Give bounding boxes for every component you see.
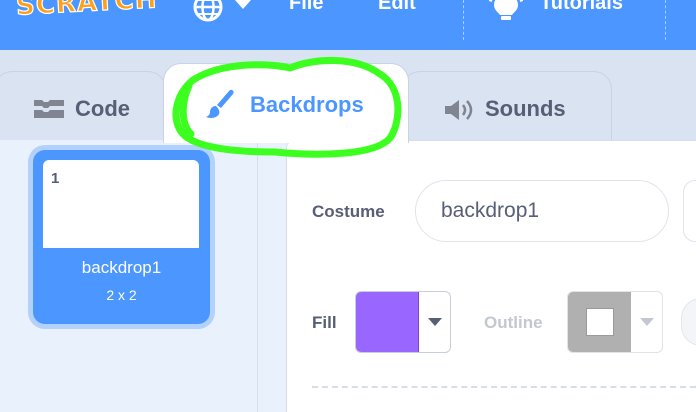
menu-edit[interactable]: Edit (378, 0, 416, 15)
outline-none-indicator (586, 308, 614, 336)
fill-swatch (356, 292, 419, 352)
panel-gap (258, 140, 286, 412)
code-blocks-icon (34, 100, 64, 118)
menu-divider (463, 0, 464, 40)
menu-file[interactable]: File (289, 0, 323, 15)
outline-label: Outline (484, 313, 543, 332)
outline-swatch (568, 292, 631, 352)
fill-color-picker[interactable] (355, 291, 451, 353)
tab-code-label: Code (75, 96, 130, 121)
backdrop-index: 1 (51, 170, 60, 187)
backdrop-tile[interactable]: 1 backdrop1 2 x 2 (33, 150, 210, 324)
tab-sounds-label: Sounds (485, 96, 566, 121)
backdrop-size: 2 x 2 (106, 287, 137, 303)
tab-backdrops-label: Backdrops (250, 92, 364, 117)
paintbrush-icon (206, 89, 234, 118)
divider (312, 386, 696, 388)
fill-label: Fill (312, 313, 337, 332)
menu-bar: SCRATCH File Edit Tutorials (0, 0, 696, 50)
scratch-logo[interactable]: SCRATCH (15, 0, 159, 22)
backdrop-thumbnail (43, 160, 199, 248)
speaker-icon (445, 100, 473, 120)
chevron-down-icon[interactable] (233, 0, 253, 14)
costume-label: Costume (312, 202, 385, 221)
menu-divider (665, 0, 666, 40)
tab-sounds[interactable]: Sounds (402, 71, 612, 143)
chevron-down-icon (640, 318, 654, 326)
tab-backdrops[interactable]: Backdrops (163, 63, 409, 143)
editor-control[interactable] (683, 180, 696, 242)
lightbulb-icon[interactable] (489, 0, 523, 22)
costume-name-input[interactable] (415, 180, 669, 242)
globe-icon[interactable] (190, 0, 226, 24)
outline-color-picker[interactable] (567, 291, 663, 353)
tab-code[interactable]: Code (0, 71, 166, 143)
chevron-down-icon (428, 318, 442, 326)
backdrop-name: backdrop1 (81, 258, 162, 277)
menu-tutorials[interactable]: Tutorials (540, 0, 623, 15)
